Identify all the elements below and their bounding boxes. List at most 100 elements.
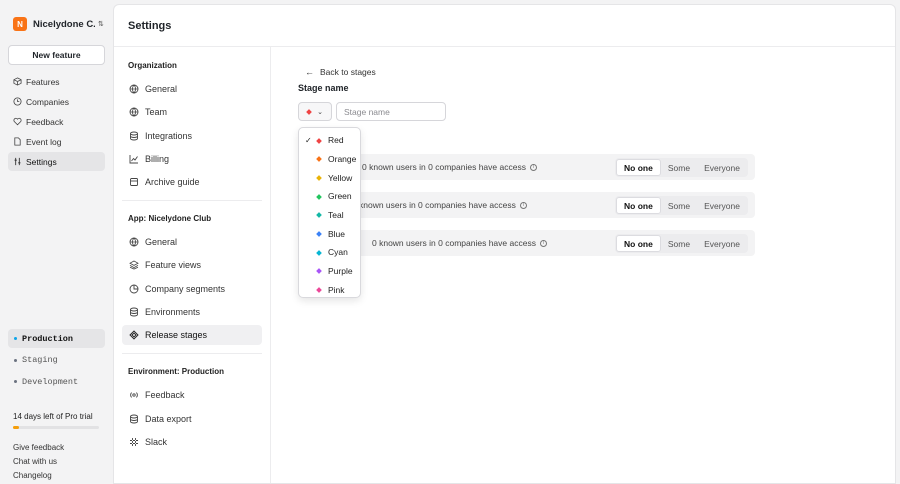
subnav-divider [122,200,262,202]
subnav-item-slack[interactable]: Slack [122,432,262,452]
subnav-item-org-general[interactable]: General [122,79,262,99]
subnav-item-billing[interactable]: Billing [122,149,262,169]
access-no-one-button[interactable]: No one [616,197,661,214]
color-option-label: Pink [328,284,345,295]
access-row: 0 known users in 0 companies have access… [298,154,755,180]
nav-item-companies[interactable]: Companies [8,92,105,111]
color-option-pink[interactable]: Pink [299,281,360,300]
subnav-item-label: Team [145,107,168,118]
subnav-item-environments[interactable]: Environments [122,302,262,322]
tag-icon [129,330,139,341]
info-icon[interactable]: i [529,163,537,171]
color-option-label: Red [328,135,344,146]
subnav-item-team[interactable]: Team [122,102,262,122]
env-item-production[interactable]: Production [8,329,105,348]
check-icon: ✓ [305,135,312,145]
access-summary: 0 known users in 0 companies have access… [372,230,547,256]
color-swatch-icon [306,108,312,115]
give-feedback-link[interactable]: Give feedback [13,443,64,457]
info-icon[interactable]: i [539,239,547,247]
color-option-purple[interactable]: Purple [299,262,360,281]
color-option-yellow[interactable]: Yellow [299,168,360,187]
subnav-group-title: Environment: Production [128,366,224,376]
env-label: Development [22,376,79,387]
subnav-item-data-export[interactable]: Data export [122,409,262,429]
info-icon[interactable]: i [519,201,527,209]
signal-icon [129,390,139,400]
color-option-label: Teal [328,210,344,221]
color-option-label: Purple [328,266,353,277]
color-option-teal[interactable]: Teal [299,206,360,225]
subnav-group-title: App: Nicelydone Club [128,213,212,223]
globe-icon [129,84,139,94]
new-feature-button[interactable]: New feature [8,45,105,65]
back-label: Back to stages [320,67,376,77]
subnav-item-integrations[interactable]: Integrations [122,126,262,146]
color-swatch-icon [316,193,322,200]
stage-color-select[interactable]: ⌄ [298,102,332,121]
access-summary-text: 0 known users in 0 companies have access [362,162,526,172]
color-swatch-icon [316,231,322,237]
org-name: Nicelydone C... [33,18,95,30]
color-option-orange[interactable]: Orange [299,150,360,169]
access-no-one-button[interactable]: No one [616,159,661,176]
database-icon [129,131,139,141]
nav-item-event-log[interactable]: Event log [8,132,105,151]
changelog-link[interactable]: Changelog [13,471,64,484]
color-option-blue[interactable]: Blue [299,224,360,243]
color-swatch-icon [316,268,322,275]
subnav-item-label: Environments [145,307,201,318]
file-icon [13,137,22,146]
trial-progress-bar [13,426,99,429]
access-row: known users in 0 companies have access i … [298,192,755,218]
subnav-item-label: Slack [145,436,168,447]
access-everyone-button[interactable]: Everyone [697,159,747,176]
color-swatch-icon [316,212,322,219]
chat-with-us-link[interactable]: Chat with us [13,457,64,471]
back-to-stages-link[interactable]: ← Back to stages [305,67,376,77]
env-label: Staging [22,355,58,365]
org-switcher[interactable]: N Nicelydone C... ⇅ [13,17,105,31]
env-item-development[interactable]: Development [8,372,105,391]
env-status-dot-icon [14,358,17,362]
color-swatch-icon [316,175,322,181]
subnav-item-label: Company segments [145,283,226,294]
access-some-button[interactable]: Some [661,197,697,214]
subnav-item-label: Archive guide [145,177,200,188]
subnav-item-release-stages[interactable]: Release stages [122,325,262,346]
color-option-cyan[interactable]: Cyan [299,243,360,262]
color-option-red[interactable]: ✓ Red [299,131,360,150]
access-everyone-button[interactable]: Everyone [697,235,747,252]
release-stage-editor: ← Back to stages Stage name ⌄ 0 known us… [285,47,895,483]
stage-name-label: Stage name [298,83,349,93]
env-label: Production [22,333,74,344]
env-status-dot-icon [14,380,17,383]
subnav-item-company-segments[interactable]: Company segments [122,279,262,299]
env-item-staging[interactable]: Staging [8,351,105,370]
nav-item-label: Event log [26,136,62,147]
nav-item-feedback[interactable]: Feedback [8,112,105,131]
subnav-item-app-general[interactable]: General [122,232,262,252]
nav-item-features[interactable]: Features [8,72,105,91]
color-dropdown-menu: ✓ Red Orange Yellow Green Teal Blue Cyan Purple P… [298,127,361,298]
subnav-item-label: General [145,237,178,248]
clock-icon [13,97,22,106]
access-no-one-button[interactable]: No one [616,235,661,252]
subnav-item-archive-guide[interactable]: Archive guide [122,172,262,192]
color-option-green[interactable]: Green [299,187,360,206]
subnav-item-label: Release stages [145,330,208,341]
subnav-item-label: Feature views [145,260,202,271]
access-some-button[interactable]: Some [661,159,697,176]
subnav-item-env-feedback[interactable]: Feedback [122,385,262,405]
slack-icon [129,437,139,447]
nav-item-settings[interactable]: Settings [8,152,105,171]
access-segmented-control: No one Some Everyone [615,158,748,177]
stage-name-input[interactable] [336,102,446,121]
access-some-button[interactable]: Some [661,235,697,252]
subnav-item-label: Feedback [145,390,185,401]
subnav-item-label: Billing [145,153,170,164]
access-summary: 0 known users in 0 companies have access… [362,154,537,180]
access-everyone-button[interactable]: Everyone [697,197,747,214]
subnav-item-feature-views[interactable]: Feature views [122,255,262,275]
color-option-label: Yellow [328,172,353,183]
